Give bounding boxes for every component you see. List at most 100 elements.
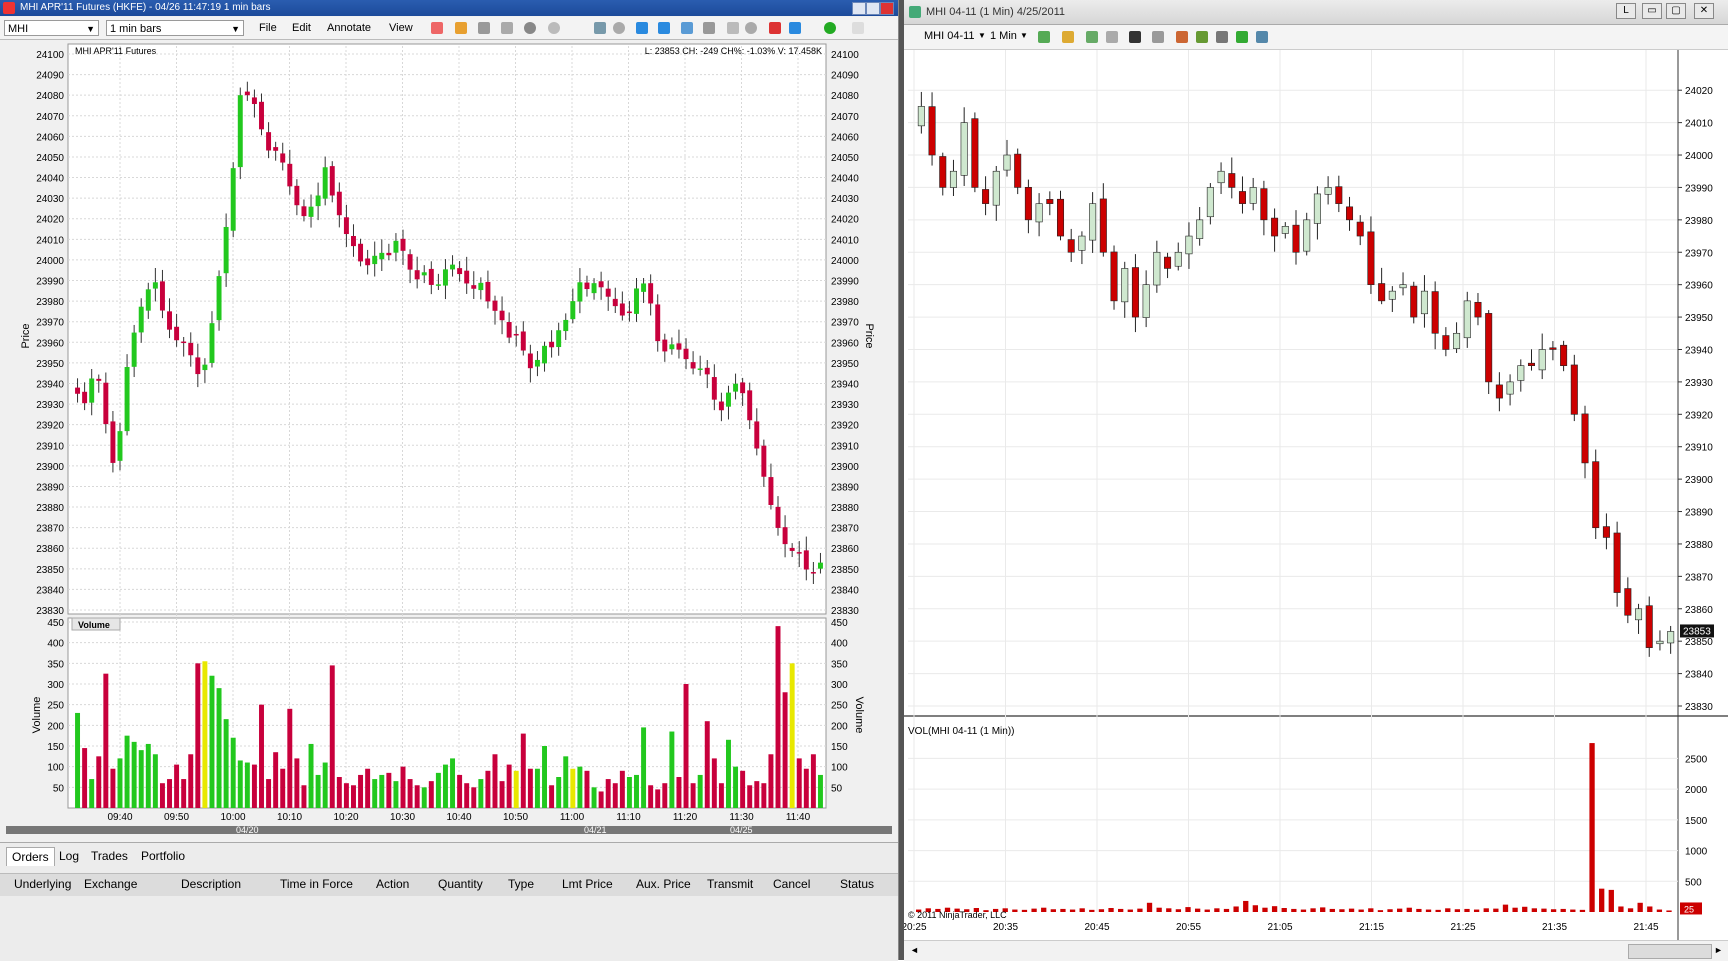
col-aux-price[interactable]: Aux. Price (636, 877, 691, 891)
close-button[interactable]: ✕ (1694, 3, 1714, 19)
candle-body (1635, 608, 1643, 621)
wand-icon[interactable] (1106, 31, 1118, 43)
price-tick: 24010 (1685, 119, 1713, 130)
price-tick-left: 24050 (36, 153, 64, 164)
candle-body (216, 276, 222, 321)
price-tick: 23900 (1685, 475, 1713, 486)
crosshair-icon[interactable] (431, 22, 443, 34)
horizontal-scrollbar[interactable]: ◄ ► (904, 940, 1728, 961)
chart-style-icon[interactable] (1038, 31, 1050, 43)
scroll-thumb[interactable] (1628, 944, 1712, 959)
text-icon[interactable] (636, 22, 648, 34)
clock-icon[interactable] (524, 22, 536, 34)
volume-bar (315, 774, 321, 808)
volume-bar (358, 774, 364, 808)
maximize-button[interactable] (866, 2, 880, 15)
menu-edit[interactable]: Edit (292, 22, 311, 34)
candle-body (75, 387, 81, 394)
wave-icon[interactable] (681, 22, 693, 34)
strategies-icon[interactable] (1196, 31, 1208, 43)
data-box-icon[interactable] (1216, 31, 1228, 43)
square-icon[interactable] (727, 22, 739, 34)
volume-bar (1522, 906, 1528, 912)
col-status[interactable]: Status (840, 877, 874, 891)
col-action[interactable]: Action (376, 877, 409, 891)
scroll-right-icon[interactable]: ► (1714, 945, 1723, 955)
candle-body (1056, 198, 1065, 237)
tab-log[interactable]: Log (54, 847, 84, 865)
candle-body (775, 506, 781, 528)
scroll-left-icon[interactable]: ◄ (910, 945, 919, 955)
interval-selector[interactable]: 1 Min (990, 30, 1017, 42)
indicators-icon[interactable] (1176, 31, 1188, 43)
help-icon[interactable] (824, 22, 836, 34)
dropdown-icon[interactable] (852, 22, 864, 34)
volume-bar (711, 758, 717, 808)
col-lmt-price[interactable]: Lmt Price (562, 877, 613, 891)
target-icon[interactable] (613, 22, 625, 34)
instrument-selector[interactable]: MHI 04-11 (924, 30, 975, 42)
zoom-icon[interactable] (594, 22, 606, 34)
col-description[interactable]: Description (181, 877, 241, 891)
pen-icon[interactable] (1086, 31, 1098, 43)
link-button[interactable]: L (1616, 3, 1636, 19)
candle-body (768, 477, 774, 505)
crosshair-icon[interactable] (1129, 31, 1141, 43)
price-tick-left: 23960 (36, 338, 64, 349)
draw-tool-icon[interactable] (1062, 31, 1074, 43)
time-tick: 21:45 (1633, 922, 1658, 933)
price-tick-left: 24100 (36, 50, 64, 61)
close-button[interactable] (880, 2, 894, 15)
minimize-button[interactable]: ▭ (1642, 3, 1662, 19)
line-tool-icon[interactable] (769, 22, 781, 34)
col-time-in-force[interactable]: Time in Force (280, 877, 353, 891)
volume-bar (591, 787, 597, 808)
menu-file[interactable]: File (259, 22, 277, 34)
col-exchange[interactable]: Exchange (84, 877, 137, 891)
candle-body (372, 255, 378, 265)
volume-bar (1108, 908, 1114, 912)
price-tick-right: 23940 (831, 379, 859, 390)
properties-icon[interactable] (1256, 31, 1268, 43)
col-transmit[interactable]: Transmit (707, 877, 753, 891)
circle-icon[interactable] (548, 22, 560, 34)
candle-body (1099, 198, 1107, 253)
volume-bar (768, 754, 774, 808)
volume-bar (683, 684, 689, 808)
currency-icon[interactable] (1236, 31, 1248, 43)
bar-size-combo[interactable]: 1 min bars ▼ (106, 20, 244, 36)
grid-icon[interactable] (478, 22, 490, 34)
col-cancel[interactable]: Cancel (773, 877, 810, 891)
col-type[interactable]: Type (508, 877, 534, 891)
minimize-button[interactable] (852, 2, 866, 15)
tab-orders[interactable]: Orders (6, 847, 55, 866)
tab-portfolio[interactable]: Portfolio (136, 847, 190, 865)
tab-trades[interactable]: Trades (86, 847, 133, 865)
menu-view[interactable]: View (389, 22, 413, 34)
oval-icon[interactable] (745, 22, 757, 34)
pencil-icon[interactable] (455, 22, 467, 34)
col-underlying[interactable]: Underlying (14, 877, 71, 891)
volume-bar (817, 774, 823, 808)
trend-icon[interactable] (703, 22, 715, 34)
col-quantity[interactable]: Quantity (438, 877, 483, 891)
price-tick: 23920 (1685, 410, 1713, 421)
volume-bar (796, 758, 802, 808)
volume-bar (704, 721, 710, 808)
menu-annotate[interactable]: Annotate (327, 22, 371, 34)
candle-body (1624, 588, 1632, 616)
drawing-icon[interactable] (501, 22, 513, 34)
candle-body (676, 343, 682, 350)
zoom-icon[interactable] (1152, 31, 1164, 43)
time-tick: 21:25 (1450, 922, 1475, 933)
symbol-combo[interactable]: MHI ▼ (4, 20, 99, 36)
restore-button[interactable]: ▢ (1666, 3, 1686, 19)
volume-bar (1050, 909, 1056, 912)
bar-chart-icon[interactable] (789, 22, 801, 34)
candle-body (697, 368, 703, 370)
note-icon[interactable] (658, 22, 670, 34)
price-tick-right: 24060 (831, 132, 859, 143)
price-tick-left: 24070 (36, 112, 64, 123)
volume-bar (442, 764, 448, 808)
last-volume-value: 25 (1684, 904, 1694, 914)
